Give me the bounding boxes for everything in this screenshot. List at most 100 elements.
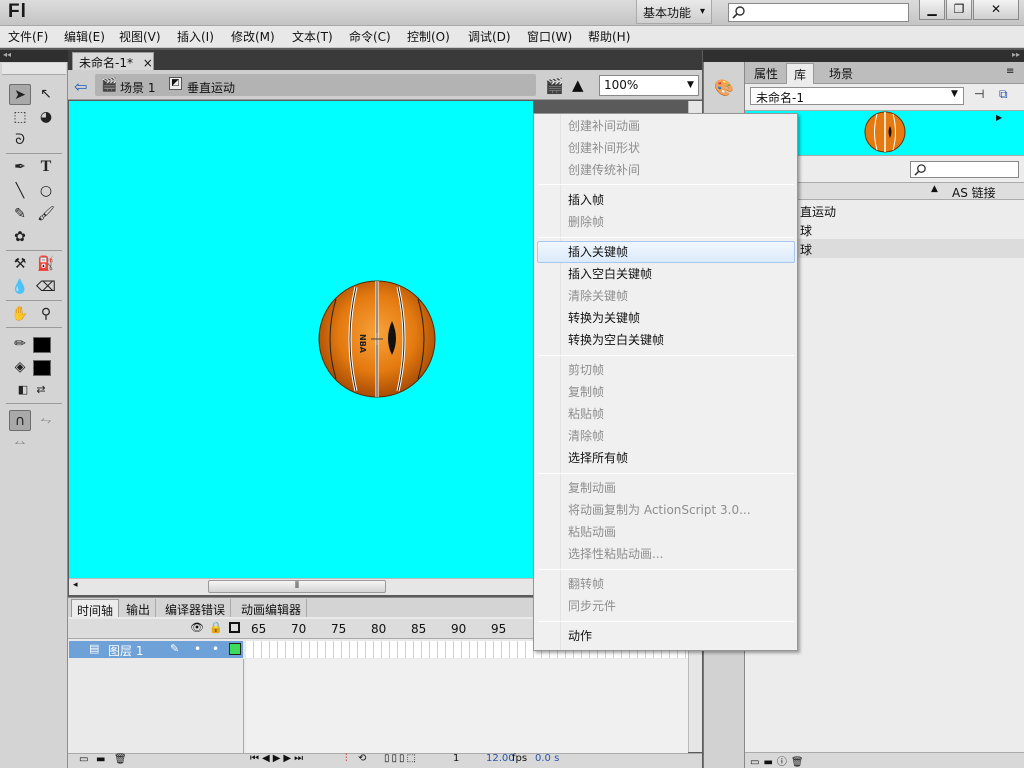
menu-item-convert-to-blank-keyframes[interactable]: 转换为空白关键帧: [568, 330, 664, 350]
frame-area[interactable]: [246, 659, 688, 753]
hand-tool-icon[interactable]: ✋: [9, 304, 31, 325]
menu-item-select-all-frames[interactable]: 选择所有帧: [568, 448, 628, 468]
lasso-tool-icon[interactable]: ᘐ: [9, 130, 31, 151]
back-arrow-icon[interactable]: ⇦: [74, 77, 87, 96]
edit-symbols-icon[interactable]: ▲: [572, 76, 584, 94]
sort-asc-icon[interactable]: ▲: [931, 184, 938, 194]
new-library-panel-icon[interactable]: ⧉: [999, 87, 1008, 102]
edit-scene-icon[interactable]: 🎬: [545, 77, 564, 95]
menu-item-synchronize-symbols[interactable]: 同步元件: [568, 596, 616, 616]
close-tab-icon[interactable]: ×: [143, 56, 153, 70]
tab-properties[interactable]: 属性: [747, 63, 785, 84]
fill-color-swatch[interactable]: [33, 360, 51, 376]
swap-colors-icon[interactable]: ⇄: [30, 380, 52, 401]
subselection-tool-icon[interactable]: ↖: [35, 84, 57, 105]
menu-commands[interactable]: 命令(C): [349, 28, 391, 45]
snap-magnet-icon[interactable]: ∩: [9, 410, 31, 431]
panel-collapse-icon[interactable]: [703, 50, 745, 62]
panel-menu-icon[interactable]: ≡: [1006, 66, 1014, 77]
menu-window[interactable]: 窗口(W): [527, 28, 572, 45]
tab-output[interactable]: 输出: [121, 599, 157, 617]
menu-item-paste-frames[interactable]: 粘贴帧: [568, 404, 604, 424]
menu-item-clear-keyframe[interactable]: 清除关键帧: [568, 286, 628, 306]
as-linkage-header[interactable]: AS 链接: [952, 184, 996, 201]
tab-scene[interactable]: 场景: [822, 63, 860, 84]
basketball-symbol[interactable]: NBA: [316, 279, 438, 399]
eyedropper-tool-icon[interactable]: 💧: [9, 277, 31, 298]
stroke-color-swatch[interactable]: [33, 337, 51, 353]
play-preview-icon[interactable]: ▶: [996, 113, 1002, 122]
menu-item-insert-frame[interactable]: 插入帧: [568, 190, 604, 210]
paint-bucket-tool-icon[interactable]: ⛽: [35, 254, 57, 275]
menu-modify[interactable]: 修改(M): [231, 28, 275, 45]
brush-tool-icon[interactable]: 🖌: [35, 204, 57, 225]
lock-dot[interactable]: •: [212, 642, 219, 656]
scrollbar-thumb[interactable]: ⦀: [208, 580, 386, 593]
menu-edit[interactable]: 编辑(E): [64, 28, 105, 45]
straighten-icon[interactable]: ⥎: [9, 433, 31, 454]
breadcrumb-scene[interactable]: 场景 1: [120, 79, 155, 96]
menu-item-copy-frames[interactable]: 复制帧: [568, 382, 604, 402]
library-action-icons[interactable]: ▭▬ⓘ🗑: [750, 753, 808, 768]
breadcrumb-symbol[interactable]: 垂直运动: [187, 79, 235, 96]
pencil-tool-icon[interactable]: ✎: [9, 204, 31, 225]
panel-expand-icon[interactable]: ▸▸: [745, 50, 1024, 62]
menu-help[interactable]: 帮助(H): [588, 28, 630, 45]
smooth-icon[interactable]: ⥊: [35, 410, 57, 431]
zoom-select[interactable]: 100%: [599, 75, 699, 96]
eye-icon[interactable]: 👁: [190, 621, 204, 634]
playback-controls-icon[interactable]: ⏮◀▶▶⏭: [250, 753, 306, 764]
menu-item-create-motion-tween[interactable]: 创建补间动画: [568, 116, 640, 136]
delete-layer-icon[interactable]: 🗑: [114, 754, 127, 765]
bone-tool-icon[interactable]: ⚒: [9, 254, 31, 275]
onion-skin-icon[interactable]: ▯▯▯⬚: [384, 753, 418, 764]
menu-item-copy-motion[interactable]: 复制动画: [568, 478, 616, 498]
menu-item-actions[interactable]: 动作: [568, 626, 592, 646]
menu-file[interactable]: 文件(F): [8, 28, 48, 45]
menu-item-reverse-frames[interactable]: 翻转帧: [568, 574, 604, 594]
minimize-button[interactable]: ▁: [919, 0, 945, 20]
panel-collapse-icon[interactable]: ◂◂: [0, 50, 68, 62]
visibility-dot[interactable]: •: [194, 642, 201, 656]
tab-timeline[interactable]: 时间轴: [71, 599, 120, 618]
color-panel-icon[interactable]: 🎨: [714, 78, 734, 97]
document-tab[interactable]: 未命名-1* ×: [72, 52, 154, 70]
tab-motion-editor[interactable]: 动画编辑器: [236, 599, 308, 617]
menu-item-paste-motion[interactable]: 粘贴动画: [568, 522, 616, 542]
deco-tool-icon[interactable]: ✿: [9, 227, 31, 248]
layer-name[interactable]: 图层 1: [108, 642, 143, 659]
menu-text[interactable]: 文本(T): [292, 28, 333, 45]
outline-icon[interactable]: [229, 622, 240, 633]
new-layer-icon[interactable]: ▭: [79, 754, 88, 765]
layer-outline-color[interactable]: [229, 643, 241, 655]
menu-item-insert-blank-keyframe[interactable]: 插入空白关键帧: [568, 264, 652, 284]
menu-debug[interactable]: 调试(D): [468, 28, 511, 45]
fps-value[interactable]: 12.00: [486, 753, 515, 764]
menu-insert[interactable]: 插入(I): [177, 28, 214, 45]
menu-control[interactable]: 控制(O): [407, 28, 450, 45]
help-search-input[interactable]: [728, 3, 909, 22]
close-button[interactable]: ✕: [973, 0, 1019, 20]
tab-library[interactable]: 库: [786, 63, 815, 84]
menu-item-create-classic-tween[interactable]: 创建传统补间: [568, 160, 640, 180]
menu-item-paste-motion-special[interactable]: 选择性粘贴动画...: [568, 544, 663, 564]
stage[interactable]: [69, 101, 533, 578]
library-document-select[interactable]: 未命名-1: [750, 87, 964, 105]
new-folder-icon[interactable]: ▬: [96, 754, 105, 765]
menu-item-convert-to-keyframes[interactable]: 转换为关键帧: [568, 308, 640, 328]
pin-library-icon[interactable]: ⊣: [974, 87, 984, 101]
pen-tool-icon[interactable]: ✒: [9, 157, 31, 178]
menu-item-insert-keyframe[interactable]: 插入关键帧: [568, 242, 628, 262]
menu-item-clear-frames[interactable]: 清除帧: [568, 426, 604, 446]
menu-item-create-shape-tween[interactable]: 创建补间形状: [568, 138, 640, 158]
eraser-tool-icon[interactable]: ⌫: [35, 277, 57, 298]
menu-view[interactable]: 视图(V): [119, 28, 161, 45]
menu-item-copy-motion-as3[interactable]: 将动画复制为 ActionScript 3.0...: [568, 500, 751, 520]
center-frame-icon[interactable]: ⫶: [345, 753, 348, 764]
panel-grip[interactable]: [2, 63, 66, 75]
menu-item-cut-frames[interactable]: 剪切帧: [568, 360, 604, 380]
maximize-button[interactable]: ❐: [946, 0, 972, 20]
line-tool-icon[interactable]: ╲: [9, 181, 31, 202]
scroll-left-icon[interactable]: ◂: [73, 580, 78, 590]
3d-rotation-tool-icon[interactable]: ◕: [35, 107, 57, 128]
